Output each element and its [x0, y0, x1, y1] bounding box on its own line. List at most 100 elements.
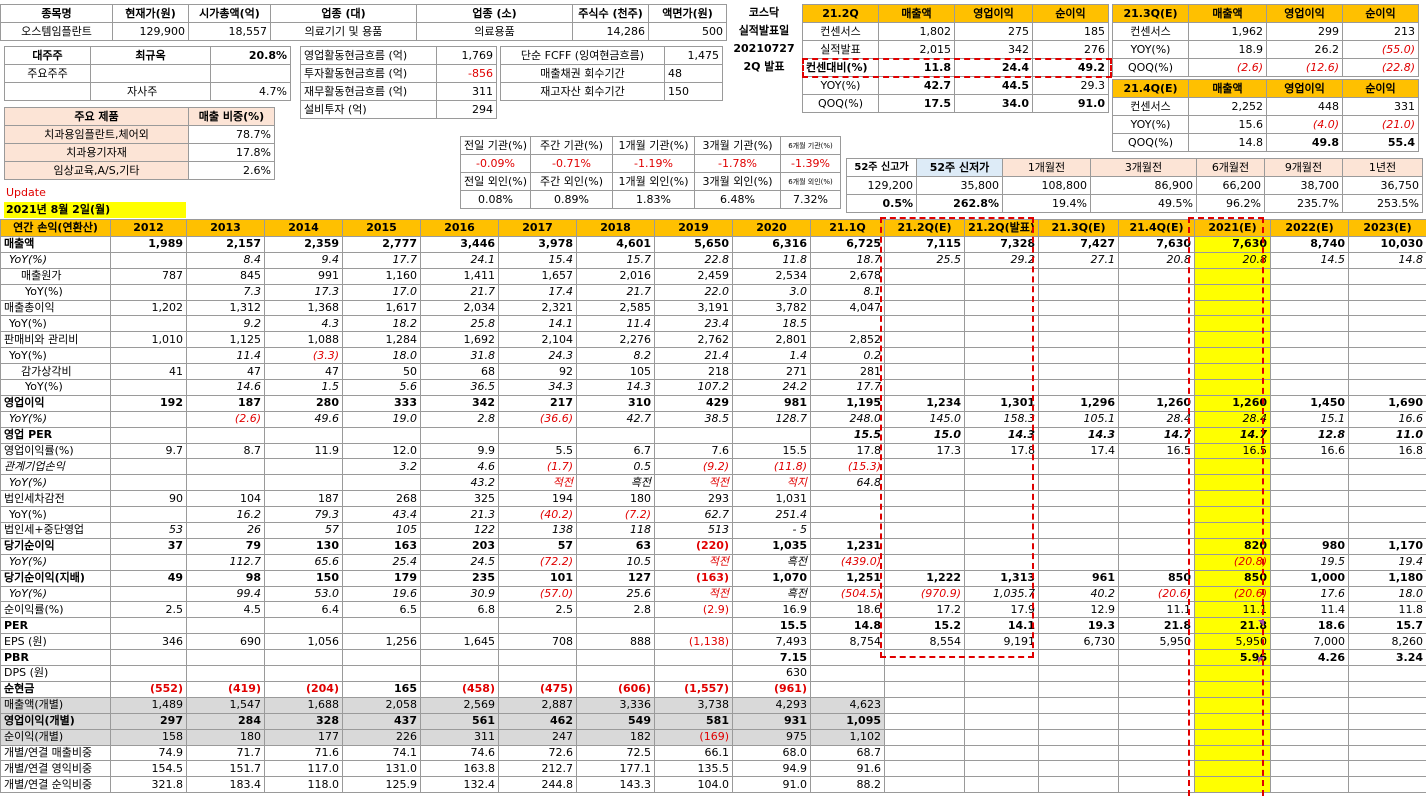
annual-value: 235 — [420, 569, 499, 587]
annual-value: 980 — [1270, 537, 1349, 555]
annual-value: 적전 — [654, 585, 733, 603]
annual-value: 163.8 — [420, 760, 499, 778]
annual-value — [1118, 553, 1195, 571]
annual-value: 271 — [732, 363, 811, 381]
annual-value: 40.2 — [1038, 585, 1119, 603]
annual-value — [1038, 537, 1119, 555]
investor-flow-value: -0.09% — [460, 154, 531, 173]
q3-value: (55.0) — [1342, 40, 1419, 59]
main-holder-label: 주요주주 — [4, 64, 91, 83]
annual-value — [1038, 506, 1119, 524]
annual-value: 17.6 — [1270, 585, 1349, 603]
info-value: 18,557 — [188, 22, 271, 41]
annual-value: 118.0 — [264, 776, 343, 794]
annual-value: (9.2) — [654, 458, 733, 476]
info-value: 500 — [648, 22, 727, 41]
annual-value — [964, 696, 1039, 714]
annual-value: 17.3 — [264, 283, 343, 301]
annual-value — [964, 744, 1039, 762]
price-value: 86,900 — [1090, 176, 1197, 195]
annual-value: 21.8 — [1118, 617, 1195, 635]
annual-value: 74.9 — [110, 744, 187, 762]
annual-value: 218 — [654, 363, 733, 381]
annual-value: 130 — [264, 537, 343, 555]
annual-value: 342 — [420, 394, 499, 412]
annual-row-label: 순이익(개별) — [0, 728, 111, 746]
annual-row-label: 영업이익(개별) — [0, 712, 111, 730]
annual-value: 549 — [576, 712, 655, 730]
q3-value: (22.8) — [1342, 58, 1419, 77]
annual-header: 2014 — [264, 219, 343, 237]
annual-header: 21.3Q(E) — [1038, 219, 1119, 237]
annual-value: 297 — [110, 712, 187, 730]
annual-value: 212.7 — [498, 760, 577, 778]
annual-value — [1348, 283, 1426, 301]
annual-value — [1270, 363, 1349, 381]
annual-value — [110, 426, 187, 444]
annual-value: 5,950 — [1118, 633, 1195, 651]
annual-value: 41 — [110, 363, 187, 381]
price-history-table: 52주 신고가 52주 신저가 1개월전 3개월전 6개월전 9개월전 1년전 129,200… — [846, 158, 1423, 213]
annual-value: 151.7 — [186, 760, 265, 778]
annual-value: 845 — [186, 267, 265, 285]
q3-header: 매출액 — [1188, 4, 1267, 23]
annual-value — [1270, 267, 1349, 285]
q3-row-label: 컨센서스 — [1112, 22, 1189, 41]
annual-value: 4,047 — [810, 299, 885, 317]
annual-value: 68 — [420, 363, 499, 381]
annual-value: 88.2 — [810, 776, 885, 794]
annual-value — [1348, 776, 1426, 794]
annual-value: 9.2 — [186, 315, 265, 333]
annual-row-label: 순이익률(%) — [0, 601, 111, 619]
annual-value: (57.0) — [498, 585, 577, 603]
annual-value: 2.5 — [110, 601, 187, 619]
2021e-highlight-box — [1188, 217, 1264, 796]
product-name: 치과용기자재 — [4, 143, 189, 162]
annual-value: 2,321 — [498, 299, 577, 317]
annual-value: 105 — [576, 363, 655, 381]
price-value: 235.7% — [1264, 194, 1343, 213]
annual-value — [1348, 760, 1426, 778]
product-share: 17.8% — [188, 143, 275, 162]
annual-value: 1,035 — [732, 537, 811, 555]
cashflow-table: 영업활동현금흐름 (억) 1,769 투자활동현금흐름 (억) -856 재무활동현금흐… — [300, 46, 497, 119]
q4-value: 2,252 — [1188, 97, 1267, 116]
annual-value: 1,547 — [186, 696, 265, 714]
annual-value — [1038, 553, 1119, 571]
annual-header: 2017 — [498, 219, 577, 237]
annual-row-label: YoY(%) — [0, 315, 111, 333]
annual-value: 2,058 — [342, 696, 421, 714]
annual-value: 1,989 — [110, 236, 187, 253]
investor-flow-value: 7.32% — [780, 190, 841, 209]
investor-flow-table: 전일 기관(%) 주간 기관(%) 1개월 기관(%) 3개월 기관(%) 6개월 기관… — [460, 136, 841, 209]
q2-value: 91.0 — [1032, 94, 1109, 113]
annual-value — [810, 680, 885, 698]
annual-value — [1118, 474, 1195, 492]
annual-row-label: DPS (원) — [0, 665, 111, 682]
annual-value: 흑전 — [732, 585, 811, 603]
annual-value: #VALUE! — [1118, 712, 1195, 730]
q4-row-label: 컨센서스 — [1112, 97, 1189, 116]
annual-row-label: 개별/연결 영익비중 — [0, 760, 111, 778]
annual-value: 101 — [498, 569, 577, 587]
annual-value — [1038, 522, 1119, 539]
annual-value — [1348, 490, 1426, 508]
investor-flow-value: 0.08% — [460, 190, 531, 209]
investor-flow-value: -1.39% — [780, 154, 841, 173]
annual-value: 131.0 — [342, 760, 421, 778]
annual-value: 8.1 — [810, 283, 885, 301]
annual-value: 15.7 — [1348, 617, 1426, 635]
annual-row-label: 매출총이익 — [0, 299, 111, 317]
annual-value: 8.2 — [576, 347, 655, 365]
annual-value: 74.1 — [342, 744, 421, 762]
annual-value: 4.26 — [1270, 649, 1349, 667]
annual-value — [186, 665, 265, 682]
annual-value: 333 — [342, 394, 421, 412]
annual-value: 1,202 — [110, 299, 187, 317]
annual-value — [1348, 680, 1426, 698]
annual-value: 2.5 — [498, 601, 577, 619]
annual-value: 1.4 — [732, 347, 811, 365]
annual-value: (3.3) — [264, 347, 343, 365]
annual-value: 17.8 — [810, 442, 885, 460]
annual-value — [110, 474, 187, 492]
